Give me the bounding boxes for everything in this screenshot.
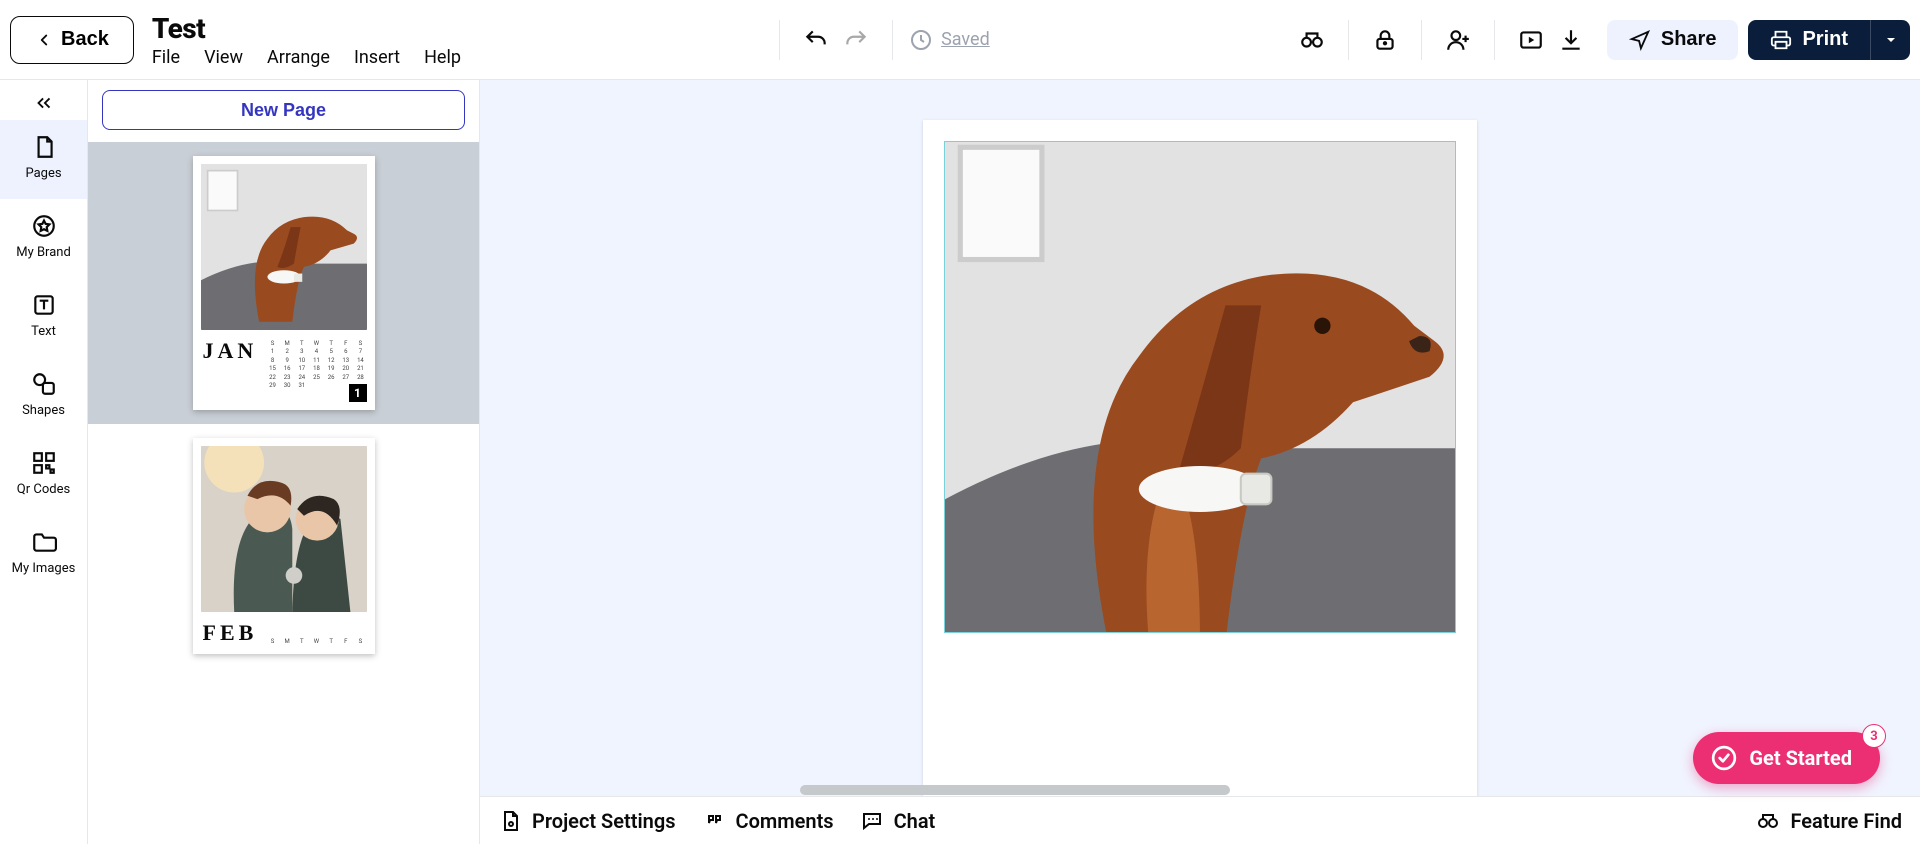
canvas-selected-image[interactable] xyxy=(945,142,1455,632)
folder-icon xyxy=(31,529,57,555)
clock-icon xyxy=(909,28,933,52)
collapse-panel-button[interactable] xyxy=(33,88,55,118)
rail-item-shapes[interactable]: Shapes xyxy=(0,357,87,436)
topbar: Back Test File View Arrange Insert Help … xyxy=(0,0,1920,80)
thumbnail-mini-calendar: SMTWTFS xyxy=(267,638,367,650)
chevrons-left-icon xyxy=(33,92,55,114)
binoculars-icon xyxy=(1299,27,1325,53)
lock-icon xyxy=(1372,27,1398,53)
new-page-button[interactable]: New Page xyxy=(102,90,465,130)
printer-icon xyxy=(1770,29,1792,51)
canvas-scroll[interactable] xyxy=(480,80,1920,844)
check-circle-icon xyxy=(1711,745,1737,771)
get-started-button[interactable]: Get Started 3 xyxy=(1693,732,1880,784)
print-group: Print xyxy=(1748,20,1910,60)
rail-item-my-brand[interactable]: My Brand xyxy=(0,199,87,278)
page-thumbnail[interactable]: JAN SMTWTFS12345678910111213141516171819… xyxy=(193,156,375,410)
project-settings-button[interactable]: Project Settings xyxy=(498,809,676,833)
canvas-page[interactable] xyxy=(923,120,1477,844)
thumbnail-page-number: 1 xyxy=(349,384,367,402)
thumbnail-mini-calendar: SMTWTFS123456789101112131415161718192021… xyxy=(267,340,367,382)
lock-button[interactable] xyxy=(1365,20,1405,60)
search-button[interactable] xyxy=(1292,20,1332,60)
comments-button[interactable]: Comments xyxy=(702,809,834,833)
user-plus-icon xyxy=(1445,27,1471,53)
print-dropdown[interactable] xyxy=(1870,20,1910,60)
rail-label-my-images: My Images xyxy=(12,561,76,576)
chat-button[interactable]: Chat xyxy=(860,809,936,833)
binoculars-icon xyxy=(1756,809,1780,833)
left-rail: Pages My Brand Text Shapes Qr Codes My I… xyxy=(0,80,88,844)
send-icon xyxy=(1629,29,1651,51)
download-button[interactable] xyxy=(1551,20,1591,60)
preview-button[interactable] xyxy=(1511,20,1551,60)
page-thumbnail[interactable]: FEB SMTWTFS xyxy=(193,438,375,654)
save-status: Saved xyxy=(909,28,990,52)
print-label: Print xyxy=(1802,28,1848,51)
chevron-down-icon xyxy=(1885,34,1897,46)
horizontal-scrollbar[interactable] xyxy=(480,784,1920,796)
rail-item-text[interactable]: Text xyxy=(0,278,87,357)
thumbnail-image xyxy=(201,164,367,330)
chevron-left-icon xyxy=(35,31,53,49)
rail-label-text: Text xyxy=(31,324,56,339)
star-badge-icon xyxy=(31,213,57,239)
share-button[interactable]: Share xyxy=(1607,20,1739,60)
get-started-label: Get Started xyxy=(1749,746,1852,770)
page-thumbnail-slot[interactable]: FEB SMTWTFS xyxy=(138,424,429,668)
qr-icon xyxy=(31,450,57,476)
menubar: File View Arrange Insert Help xyxy=(152,47,461,68)
bottombar: Project Settings Comments Chat Feature F… xyxy=(480,796,1920,844)
chat-label: Chat xyxy=(894,809,936,833)
menu-view[interactable]: View xyxy=(204,47,243,68)
feature-find-button[interactable]: Feature Find xyxy=(1756,809,1902,833)
print-button[interactable]: Print xyxy=(1748,20,1870,60)
download-icon xyxy=(1558,27,1584,53)
menu-help[interactable]: Help xyxy=(424,47,461,68)
thumbnail-image xyxy=(201,446,367,612)
page-thumbnail-slot[interactable]: JAN SMTWTFS12345678910111213141516171819… xyxy=(88,142,479,424)
canvas-area[interactable]: Get Started 3 xyxy=(480,80,1920,844)
rail-label-qr-codes: Qr Codes xyxy=(17,482,70,497)
title-block: Test File View Arrange Insert Help xyxy=(152,12,461,68)
back-label: Back xyxy=(61,28,109,51)
save-status-label: Saved xyxy=(941,29,990,50)
undo-icon xyxy=(803,27,829,53)
dog-image-icon xyxy=(201,164,367,330)
project-settings-label: Project Settings xyxy=(532,809,676,833)
page-thumbnails[interactable]: JAN SMTWTFS12345678910111213141516171819… xyxy=(88,142,479,844)
document-gear-icon xyxy=(498,809,522,833)
rail-label-my-brand: My Brand xyxy=(16,245,71,260)
text-icon xyxy=(31,292,57,318)
rail-item-qr-codes[interactable]: Qr Codes xyxy=(0,436,87,515)
menu-insert[interactable]: Insert xyxy=(354,47,400,68)
get-started-badge: 3 xyxy=(1862,724,1886,748)
rail-item-my-images[interactable]: My Images xyxy=(0,515,87,594)
document-title[interactable]: Test xyxy=(152,12,461,45)
rail-item-pages[interactable]: Pages xyxy=(0,120,87,199)
play-icon xyxy=(1518,27,1544,53)
undo-button[interactable] xyxy=(796,20,836,60)
page-icon xyxy=(31,134,57,160)
shapes-icon xyxy=(31,371,57,397)
couple-image-icon xyxy=(201,446,367,612)
chat-icon xyxy=(860,809,884,833)
add-user-button[interactable] xyxy=(1438,20,1478,60)
main-area: Pages My Brand Text Shapes Qr Codes My I… xyxy=(0,80,1920,844)
redo-icon xyxy=(843,27,869,53)
menu-arrange[interactable]: Arrange xyxy=(267,47,330,68)
pages-panel: New Page JAN xyxy=(88,80,480,844)
rail-label-pages: Pages xyxy=(25,166,61,181)
menu-file[interactable]: File xyxy=(152,47,180,68)
quote-icon xyxy=(702,809,726,833)
dog-image-icon xyxy=(945,142,1455,632)
rail-label-shapes: Shapes xyxy=(22,403,65,418)
comments-label: Comments xyxy=(736,809,834,833)
feature-find-label: Feature Find xyxy=(1790,809,1902,833)
share-label: Share xyxy=(1661,28,1717,51)
back-button[interactable]: Back xyxy=(10,16,134,64)
redo-button[interactable] xyxy=(836,20,876,60)
horizontal-scrollbar-thumb[interactable] xyxy=(800,785,1230,795)
